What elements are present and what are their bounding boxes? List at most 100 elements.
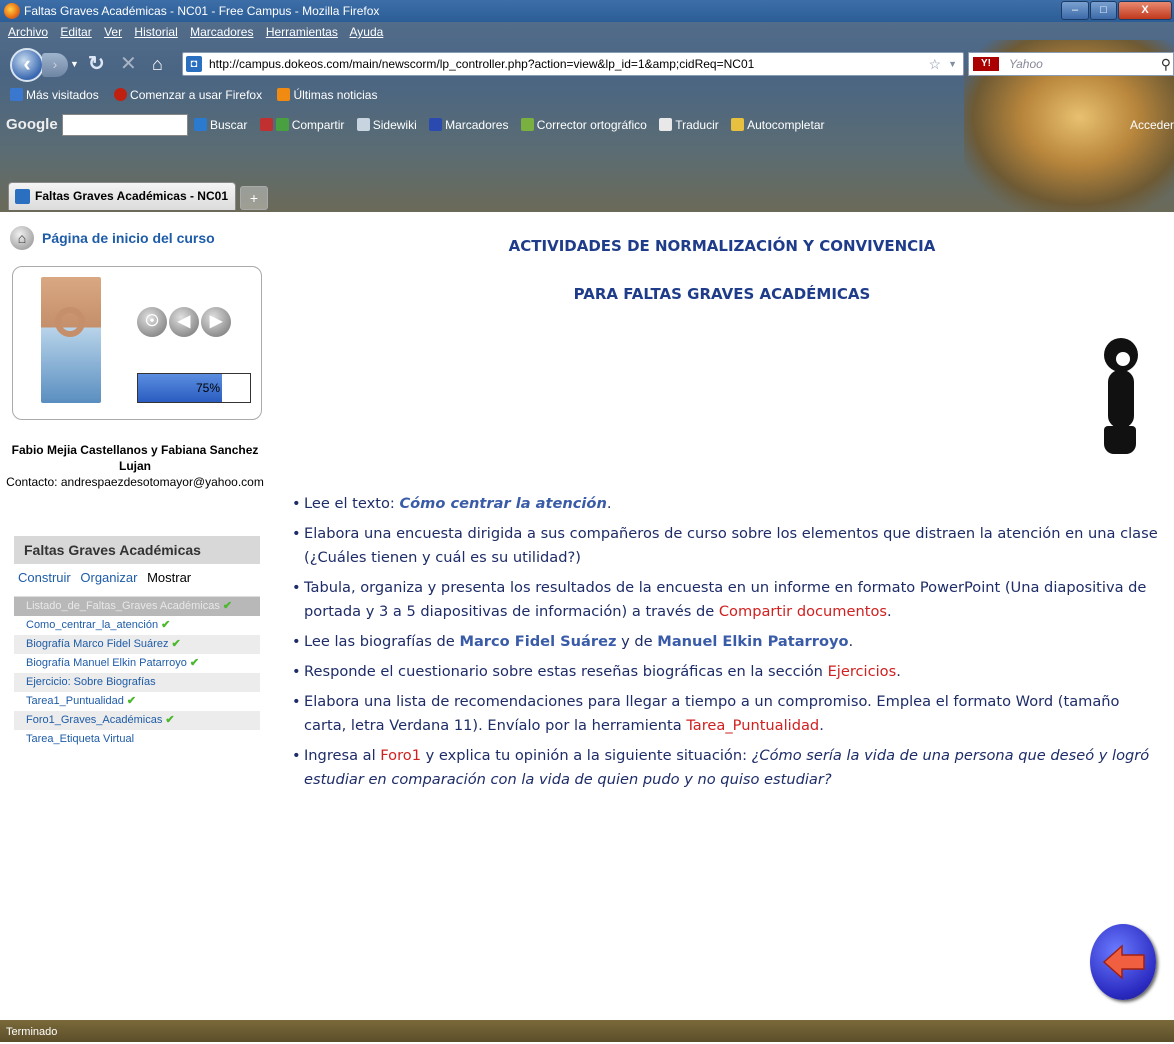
search-icon[interactable]: ⚲ [1161, 53, 1171, 75]
menu-editar[interactable]: Editar [60, 25, 91, 39]
toc-item[interactable]: Listado_de_Faltas_Graves Académicas ✔ [14, 597, 260, 616]
toc-item[interactable]: Biografía Marco Fidel Suárez ✔ [14, 635, 260, 654]
activity-text: y de [616, 633, 658, 650]
page-icon [10, 88, 23, 101]
link-marco-fidel-suarez[interactable]: Marco Fidel Suárez [459, 633, 616, 650]
gtool-compartir[interactable]: Compartir [259, 118, 344, 132]
url-bar[interactable]: ◘ http://campus.dokeos.com/main/newscorm… [182, 52, 964, 76]
minimize-button[interactable]: – [1061, 1, 1089, 20]
toc-item[interactable]: Como_centrar_la_atención ✔ [14, 616, 260, 635]
activity-text: . [848, 633, 854, 650]
reload-icon[interactable]: ↻ [88, 54, 108, 74]
bookmark-star-icon[interactable]: ☆ [928, 53, 941, 75]
new-tab-button[interactable]: + [240, 186, 268, 210]
toc-title: Faltas Graves Académicas [14, 536, 260, 564]
link-manuel-elkin-patarroyo[interactable]: Manuel Elkin Patarroyo [657, 633, 848, 650]
felix-body [1108, 370, 1134, 428]
url-text: http://campus.dokeos.com/main/newscorm/l… [209, 57, 755, 71]
activity-item: Responde el cuestionario sobre estas res… [292, 660, 1162, 684]
lesson-content: ACTIVIDADES DE NORMALIZACIÓN Y CONVIVENC… [270, 212, 1174, 1020]
stop-icon[interactable]: ✕ [120, 54, 140, 74]
ok-hand-image [41, 277, 101, 403]
back-button[interactable]: ‹ [10, 48, 44, 82]
player-home-icon[interactable]: ☉ [137, 307, 167, 337]
toc-item[interactable]: Ejercicio: Sobre Biografías [14, 673, 260, 692]
gtool-traducir[interactable]: Traducir [659, 118, 719, 132]
felix-cat-image [1100, 338, 1140, 456]
google-search-icon [194, 118, 207, 131]
toc-item-label: Listado_de_Faltas_Graves Académicas [26, 600, 220, 612]
check-icon: ✔ [126, 695, 137, 707]
toc-construir-link[interactable]: Construir [18, 570, 71, 585]
window-titlebar: Faltas Graves Académicas - NC01 - Free C… [0, 0, 1174, 22]
tab-active[interactable]: Faltas Graves Académicas - NC01 - F [8, 182, 236, 210]
maximize-button[interactable]: □ [1090, 1, 1117, 20]
bookmark-ultimas-noticias[interactable]: Últimas noticias [277, 88, 377, 102]
check-icon: ✔ [171, 638, 181, 650]
toc-item-label: Tarea1_Puntualidad [26, 695, 124, 707]
felix-legs [1104, 426, 1136, 454]
url-dropdown-icon[interactable]: ▼ [948, 53, 957, 75]
activity-text: . [896, 663, 901, 680]
menu-archivo[interactable]: Archivo [8, 25, 48, 39]
history-dropdown-icon[interactable]: ▼ [70, 56, 80, 72]
gtool-corrector[interactable]: Corrector ortográfico [520, 118, 647, 132]
menu-ver[interactable]: Ver [104, 25, 122, 39]
acceder-link[interactable]: Acceder [1130, 108, 1174, 142]
activity-text: . [886, 603, 892, 620]
firefox-icon [114, 88, 128, 101]
toc-item[interactable]: Foro1_Graves_Académicas ✔ [14, 711, 260, 730]
page-subtitle: PARA FALTAS GRAVES ACADÉMICAS [573, 285, 871, 303]
gtool-marcadores[interactable]: Marcadores [429, 118, 508, 132]
toc-mostrar-link[interactable]: Mostrar [147, 570, 191, 585]
forward-button[interactable]: › [42, 53, 68, 77]
link-compartir-documentos[interactable]: Compartir documentos [719, 603, 887, 620]
google-toolbar-items: Buscar Compartir Sidewiki Marcadores Cor… [194, 108, 833, 142]
toc-item[interactable]: Tarea1_Puntualidad ✔ [14, 692, 260, 711]
tab-strip: Faltas Graves Académicas - NC01 - F + [0, 146, 1174, 212]
next-icon[interactable]: ▶ [201, 307, 231, 337]
bookmarks-toolbar: Más visitados Comenzar a usar Firefox Úl… [0, 84, 389, 106]
toc-actions: Construir Organizar Mostrar [14, 566, 260, 590]
gtool-autocompletar[interactable]: Autocompletar [731, 118, 824, 132]
page-title: ACTIVIDADES DE NORMALIZACIÓN Y CONVIVENC… [508, 237, 936, 255]
link-ejercicios[interactable]: Ejercicios [828, 663, 897, 680]
back-arrow-button[interactable] [1090, 924, 1156, 1000]
activity-item: Elabora una lista de recomendaciones par… [292, 690, 1162, 738]
navigation-toolbar: ‹ › ▼ ↻ ✕ ⌂ ◘ http://campus.dokeos.com/m… [0, 42, 1174, 82]
activity-text: Responde el cuestionario sobre estas res… [304, 663, 828, 680]
toc-item-label: Como_centrar_la_atención [26, 619, 159, 631]
site-identity-icon[interactable]: ◘ [186, 56, 202, 72]
gtool-buscar[interactable]: Buscar [194, 118, 247, 132]
google-search-input[interactable] [62, 114, 188, 136]
google-dropdown-icon[interactable]: ▼ [172, 108, 181, 142]
course-sidebar: ⌂ Página de inicio del curso ☉ ◀ ▶ 75% F… [0, 212, 270, 1020]
menu-historial[interactable]: Historial [134, 25, 177, 39]
toc-organizar-link[interactable]: Organizar [80, 570, 137, 585]
search-input[interactable]: Y! Yahoo ⚲ [968, 52, 1174, 76]
previous-icon[interactable]: ◀ [169, 307, 199, 337]
menu-herramientas[interactable]: Herramientas [266, 25, 338, 39]
toc-item-label: Biografía Marco Fidel Suárez [26, 638, 169, 650]
course-home-link[interactable]: ⌂ Página de inicio del curso [10, 226, 215, 250]
toc-item-label: Ejercicio: Sobre Biografías [26, 676, 156, 688]
bookmark-mas-visitados[interactable]: Más visitados [10, 88, 99, 102]
link-tarea-puntualidad[interactable]: Tarea_Puntualidad [686, 717, 819, 734]
menu-marcadores[interactable]: Marcadores [190, 25, 253, 39]
toc-item[interactable]: Tarea_Etiqueta Virtual [14, 730, 260, 749]
link-centrar-atencion[interactable]: Cómo centrar la atención [399, 495, 606, 512]
gtool-sidewiki[interactable]: Sidewiki [356, 118, 417, 132]
close-button[interactable]: X [1118, 1, 1172, 20]
yahoo-engine-icon[interactable]: Y! [973, 57, 999, 71]
menu-bar: Archivo Editar Ver Historial Marcadores … [0, 22, 392, 42]
firefox-logo-icon [4, 3, 20, 19]
home-icon[interactable]: ⌂ [152, 54, 172, 74]
menu-ayuda[interactable]: Ayuda [350, 25, 384, 39]
activity-item: Lee las biografías de Marco Fidel Suárez… [292, 630, 1162, 654]
status-text: Terminado [6, 1026, 58, 1038]
player-box: ☉ ◀ ▶ 75% [12, 266, 262, 420]
bookmark-comenzar-firefox[interactable]: Comenzar a usar Firefox [114, 88, 262, 102]
link-foro1[interactable]: Foro1 [380, 747, 421, 764]
toc-item[interactable]: Biografía Manuel Elkin Patarroyo ✔ [14, 654, 260, 673]
spellcheck-icon [520, 118, 534, 131]
